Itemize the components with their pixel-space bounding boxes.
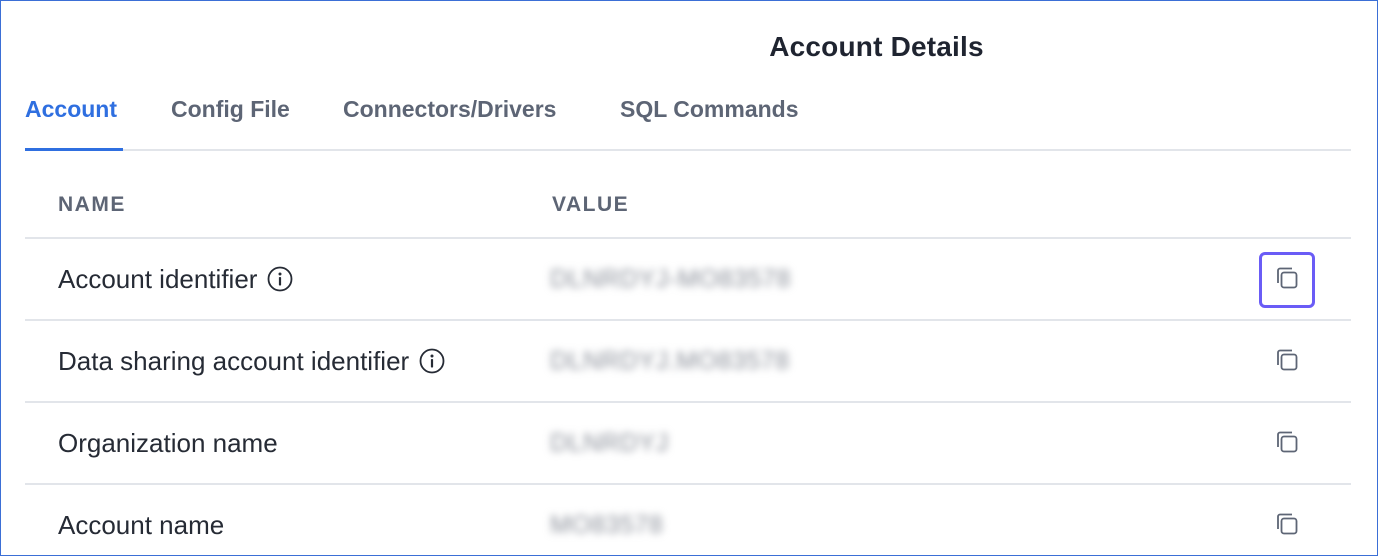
copy-button[interactable] xyxy=(1259,416,1315,472)
row-name-label: Account identifier xyxy=(58,263,258,294)
row-name-cell: Data sharing account identifier xyxy=(58,321,445,401)
info-circle-icon[interactable] xyxy=(267,266,293,292)
tab-config-file[interactable]: Config File xyxy=(171,93,290,149)
copy-icon xyxy=(1274,347,1300,378)
copy-icon xyxy=(1274,265,1300,296)
row-name-cell: Organization name xyxy=(58,403,278,483)
copy-button[interactable] xyxy=(1259,334,1315,390)
copy-icon xyxy=(1274,429,1300,460)
table-row: Data sharing account identifier DLNRDYJ.… xyxy=(25,321,1351,403)
copy-icon xyxy=(1274,511,1300,542)
table-header: NAME VALUE xyxy=(25,171,1351,239)
copy-button[interactable] xyxy=(1259,252,1315,308)
row-name-cell: Account identifier xyxy=(58,239,293,319)
tab-connectors-drivers[interactable]: Connectors/Drivers xyxy=(343,93,556,149)
tab-bar: Account Config File Connectors/Drivers S… xyxy=(25,93,1351,151)
page-title: Account Details xyxy=(769,31,984,62)
tab-sql-commands[interactable]: SQL Commands xyxy=(620,93,799,149)
row-name-cell: Account name xyxy=(58,485,225,555)
row-name-label: Organization name xyxy=(58,427,278,458)
copy-button[interactable] xyxy=(1259,498,1315,554)
row-value-cell: MO83578 xyxy=(550,511,664,539)
column-header-value: VALUE xyxy=(552,193,630,216)
table-row: Account name MO83578 xyxy=(25,485,1351,555)
info-circle-icon[interactable] xyxy=(419,348,445,374)
row-name-label: Data sharing account identifier xyxy=(58,345,410,376)
column-header-name: NAME xyxy=(58,193,126,216)
table-row: Account identifier DLNRDYJ-MO83578 xyxy=(25,239,1351,321)
row-name-label: Account name xyxy=(58,509,225,540)
account-details-table: NAME VALUE Account identifier DLNRDYJ-MO… xyxy=(25,171,1351,555)
tab-account[interactable]: Account xyxy=(25,93,123,151)
table-row: Organization name DLNRDYJ xyxy=(25,403,1351,485)
account-details-panel: Account Details Account Config File Conn… xyxy=(0,0,1378,556)
row-value-cell: DLNRDYJ xyxy=(550,429,669,457)
row-value-cell: DLNRDYJ.MO83578 xyxy=(550,347,790,375)
row-value-cell: DLNRDYJ-MO83578 xyxy=(550,265,791,293)
